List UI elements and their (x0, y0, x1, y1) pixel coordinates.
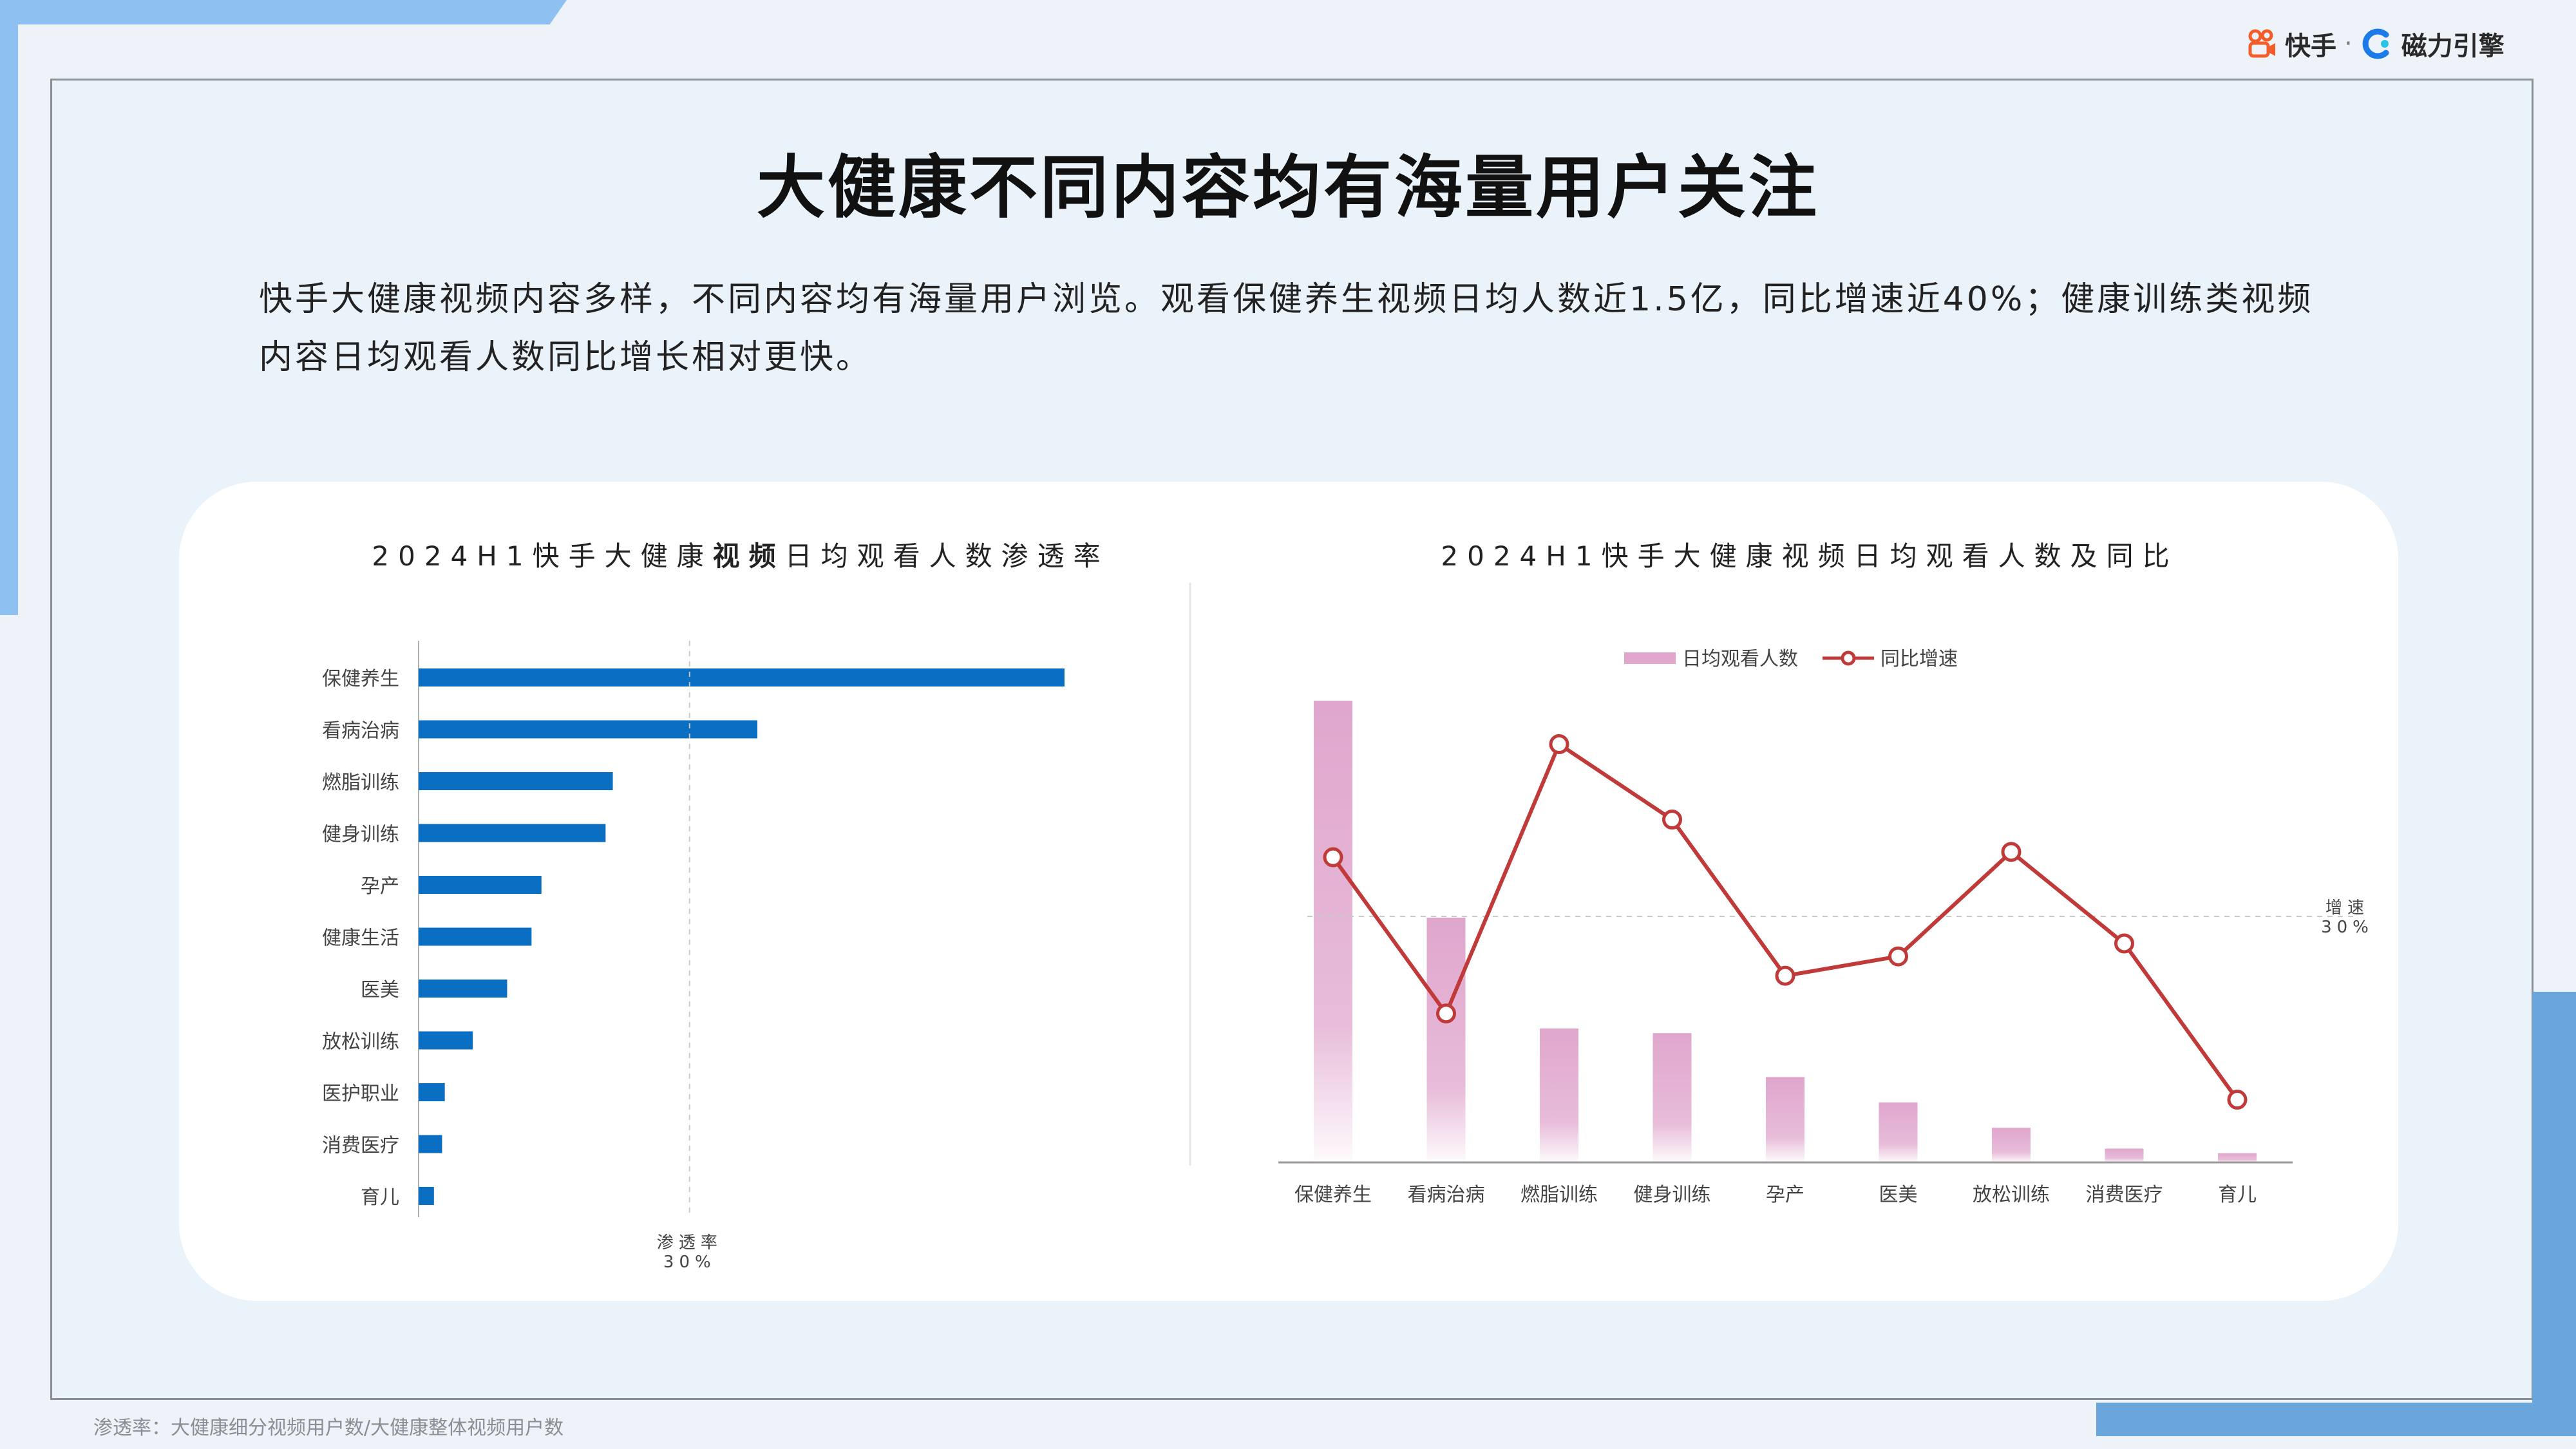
right-chart-bar (1540, 1028, 1578, 1162)
right-chart-growth-point (2227, 1090, 2248, 1110)
charts-canvas: 保健养生看病治病燃脂训练健身训练孕产健康生活医美放松训练医护职业消费医疗育儿渗透… (322, 583, 2374, 1272)
left-chart-category-label: 医护职业 (322, 1083, 399, 1105)
right-chart-growth-point (1775, 965, 1795, 986)
left-chart-category-label: 看病治病 (322, 720, 399, 743)
left-chart-category-label: 孕产 (361, 875, 399, 898)
right-chart-growth-point (1549, 734, 1569, 755)
left-chart-category-label: 医美 (361, 979, 399, 1001)
left-chart-category-label: 保健养生 (322, 668, 399, 690)
legend-line-marker (1841, 650, 1856, 666)
footnote: 渗透率：大健康细分视频用户数/大健康整体视频用户数 (93, 1417, 564, 1439)
right-chart-growth-point (1436, 1003, 1456, 1024)
left-chart-bar (419, 720, 758, 739)
left-chart-category-label: 燃脂训练 (322, 772, 399, 794)
left-chart-category-label: 健康生活 (322, 927, 399, 950)
right-chart-growth-point (1323, 847, 1343, 867)
left-chart-category-label: 放松训练 (322, 1031, 399, 1054)
left-chart-bar (419, 1135, 442, 1153)
right-chart-bar (2105, 1148, 2144, 1162)
legend-line-label: 同比增速 (1880, 648, 1958, 670)
right-chart-bar (1879, 1102, 1918, 1162)
right-chart-category-label: 健身训练 (1634, 1184, 1711, 1206)
right-chart-category-label: 孕产 (1766, 1184, 1804, 1206)
right-chart-category-label: 保健养生 (1294, 1184, 1372, 1206)
right-chart-category-label: 医美 (1879, 1184, 1918, 1206)
left-chart-bar (419, 927, 532, 946)
right-chart-growth-point (2001, 842, 2022, 862)
right-chart-reference-value: 30% (2321, 918, 2374, 937)
legend-bar-swatch (1624, 652, 1676, 664)
right-chart-reference-label: 增速 (2325, 898, 2369, 918)
right-chart-bar (1314, 701, 1352, 1162)
left-chart-bar (419, 980, 507, 998)
left-chart-bar (419, 876, 542, 894)
right-chart-category-label: 放松训练 (1973, 1184, 2050, 1206)
right-chart-growth-line (1331, 742, 2239, 1101)
right-chart-growth-point (1662, 810, 1682, 830)
right-chart-bar (1992, 1128, 2031, 1162)
left-chart-category-label: 育儿 (361, 1186, 399, 1209)
left-chart-category-label: 消费医疗 (322, 1135, 399, 1157)
left-chart-reference-label: 渗透率 (657, 1233, 723, 1253)
right-chart-category-label: 燃脂训练 (1520, 1184, 1598, 1206)
right-chart-category-label: 消费医疗 (2086, 1184, 2163, 1206)
right-chart-category-label: 育儿 (2218, 1184, 2257, 1206)
left-chart-bar (419, 1187, 434, 1205)
right-chart-bar (1766, 1077, 1804, 1162)
legend-bar-label: 日均观看人数 (1682, 648, 1798, 670)
left-chart-bar (419, 1083, 445, 1101)
left-chart-bar (419, 824, 606, 842)
left-chart-bar (419, 1031, 473, 1050)
right-chart-bar (2218, 1153, 2257, 1162)
left-chart-category-label: 健身训练 (322, 824, 399, 846)
right-chart-growth-point (2114, 933, 2134, 954)
left-chart-bar (419, 772, 613, 790)
right-chart-growth-point (1888, 946, 1908, 967)
right-chart-bar (1426, 917, 1466, 1162)
right-chart-category-label: 看病治病 (1408, 1184, 1485, 1206)
left-chart-bar (419, 668, 1065, 687)
right-chart-bar (1653, 1033, 1692, 1162)
left-chart-reference-value: 30% (663, 1253, 716, 1272)
